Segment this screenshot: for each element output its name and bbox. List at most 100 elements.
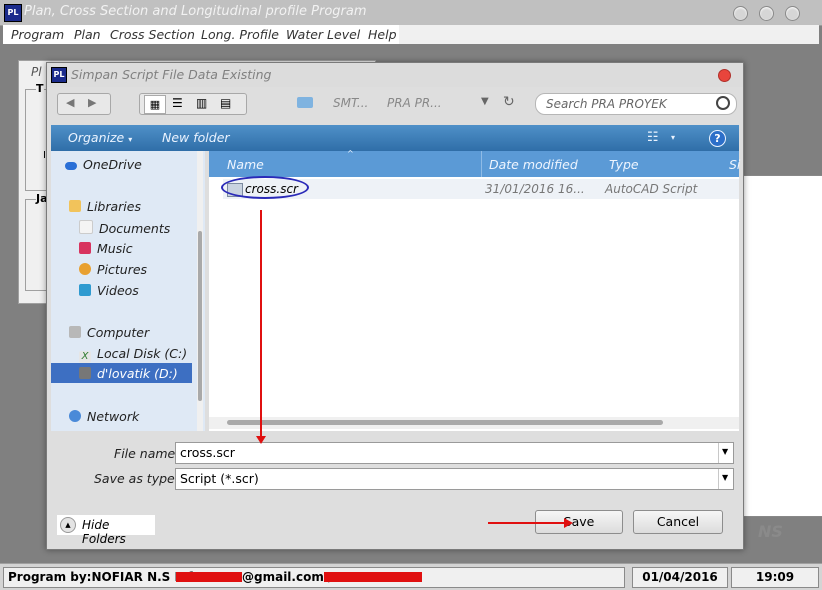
nav-videos-label: Videos [97,283,139,298]
list-view-icon[interactable]: ☰ [172,96,183,110]
nav-libraries-label: Libraries [87,199,141,214]
chevron-down-icon: ▼ [722,473,729,482]
nav-libraries[interactable]: Libraries [69,199,141,214]
nav-pictures[interactable]: Pictures [79,262,147,277]
menu-program[interactable]: Program [11,27,64,42]
search-input[interactable]: Search PRA PROYEK [535,93,737,115]
menu-cross-section[interactable]: Cross Section [110,27,195,42]
search-icon [716,96,730,110]
file-name-input[interactable]: cross.scr ▼ [175,442,734,464]
nav-scroll-thumb[interactable] [198,231,202,401]
navigation-pane: OneDrive Libraries Documents Music Pictu… [51,151,205,431]
nav-drive-d[interactable]: d'lovatik (D:) [79,366,178,381]
drive-icon: X [79,351,91,363]
view-options-icon[interactable]: ☷ [647,130,659,145]
menu-water-level[interactable]: Water Level [286,27,360,42]
column-header: Name ^ Date modified Type Si [209,149,740,177]
view-mode-group: ▦ ☰ ▥ ▤ [139,93,247,115]
organize-label: Organize [68,130,125,145]
large-icons-icon[interactable]: ▦ [144,95,166,114]
chevron-down-icon: ▼ [722,447,729,456]
videos-icon [79,284,91,296]
nav-network-label: Network [87,409,140,424]
annotation-circle [221,176,309,199]
menu-long-profile[interactable]: Long. Profile [201,27,279,42]
status-info-box: Program by:NOFIAR N.S Info: @gmail.com / [3,567,625,588]
nav-music[interactable]: Music [79,241,133,256]
save-type-value: Script (*.scr) [180,471,259,486]
minimize-button[interactable] [733,6,748,21]
main-title-bar: PL Plan, Cross Section and Longitudinal … [0,0,822,26]
status-date: 01/04/2016 [632,567,728,588]
nav-documents[interactable]: Documents [79,220,170,236]
help-icon[interactable]: ? [709,130,726,147]
maximize-button[interactable] [759,6,774,21]
forward-icon[interactable]: ▶ [88,96,96,109]
dialog-app-icon: PL [51,67,67,83]
file-name-label: File name: [114,446,180,461]
hide-folders-button[interactable]: ▲ Hide Folders [57,515,155,546]
cancel-button[interactable]: Cancel [633,510,723,534]
breadcrumb-dropdown-icon[interactable]: ▼ [481,96,489,107]
file-name-value: cross.scr [180,445,235,460]
status-bar: Program by:NOFIAR N.S Info: @gmail.com /… [0,563,822,590]
folder-icon [297,97,313,108]
save-type-label: Save as type: [94,471,179,486]
hide-folders-label: Hide Folders [82,518,126,546]
horizontal-scroll-thumb[interactable] [227,420,663,425]
nav-music-label: Music [97,241,133,256]
menu-help[interactable]: Help [368,27,397,42]
nav-videos[interactable]: Videos [79,283,139,298]
bg-label-pl: Pl [31,65,42,79]
menu-plan[interactable]: Plan [74,27,101,42]
nav-documents-label: Documents [99,221,171,236]
refresh-icon[interactable]: ↻ [503,94,515,110]
documents-icon [79,220,93,234]
back-icon[interactable]: ◀ [66,96,74,109]
network-icon [69,410,81,422]
dialog-close-button[interactable] [718,69,731,82]
columns-view-icon[interactable]: ▥ [196,96,207,110]
save-type-dropdown[interactable]: ▼ [718,469,733,489]
file-name-dropdown[interactable]: ▼ [718,443,733,463]
music-icon [79,242,91,254]
nav-network[interactable]: Network [69,409,139,424]
menu-bar-filler [399,25,819,44]
nav-local-disk-c-label: Local Disk (C:) [97,346,188,361]
nav-drive-d-label: d'lovatik (D:) [97,366,178,381]
breadcrumb-pra[interactable]: PRA PR... [387,96,442,110]
redacted-email [176,572,242,582]
chevron-up-icon: ▲ [60,517,76,533]
horizontal-scrollbar[interactable] [209,417,739,429]
nav-onedrive[interactable]: OneDrive [65,157,142,172]
column-date-modified[interactable]: Date modified [489,157,578,172]
file-row[interactable]: cross.scr 31/01/2016 16... AutoCAD Scrip… [221,176,739,203]
column-type[interactable]: Type [609,157,639,172]
view-options-chevron-icon[interactable]: ▾ [671,133,675,142]
menu-bar: Program Plan Cross Section Long. Profile… [3,25,399,44]
nav-computer[interactable]: Computer [69,325,149,340]
nav-onedrive-label: OneDrive [83,157,142,172]
column-divider [481,151,482,177]
file-date: 31/01/2016 16... [485,182,585,196]
nav-computer-label: Computer [87,325,150,340]
redacted-phone [324,572,422,582]
close-button[interactable] [785,6,800,21]
breadcrumb-smt[interactable]: SMT... [333,96,368,110]
libraries-icon [69,200,81,212]
save-type-select[interactable]: Script (*.scr) ▼ [175,468,734,490]
organize-button[interactable]: Organize ▾ [68,130,132,145]
app-title: Plan, Cross Section and Longitudinal pro… [24,4,367,19]
status-time: 19:09 [731,567,819,588]
column-name[interactable]: Name [227,157,264,172]
nav-local-disk-c[interactable]: X Local Disk (C:) [79,346,187,363]
column-size[interactable]: Si [729,157,740,172]
new-folder-button[interactable]: New folder [162,130,230,145]
file-list-pane: Name ^ Date modified Type Si cross.scr 3… [209,149,740,431]
annotation-arrow-head-down [256,436,266,444]
annotation-arrow-horizontal [488,522,566,524]
bg-label-t: T [36,82,44,95]
filmstrip-icon[interactable]: ▤ [220,96,231,110]
save-dialog: PL Simpan Script File Data Existing ◀ ▶ … [46,62,744,550]
nav-scrollbar[interactable] [197,151,203,431]
